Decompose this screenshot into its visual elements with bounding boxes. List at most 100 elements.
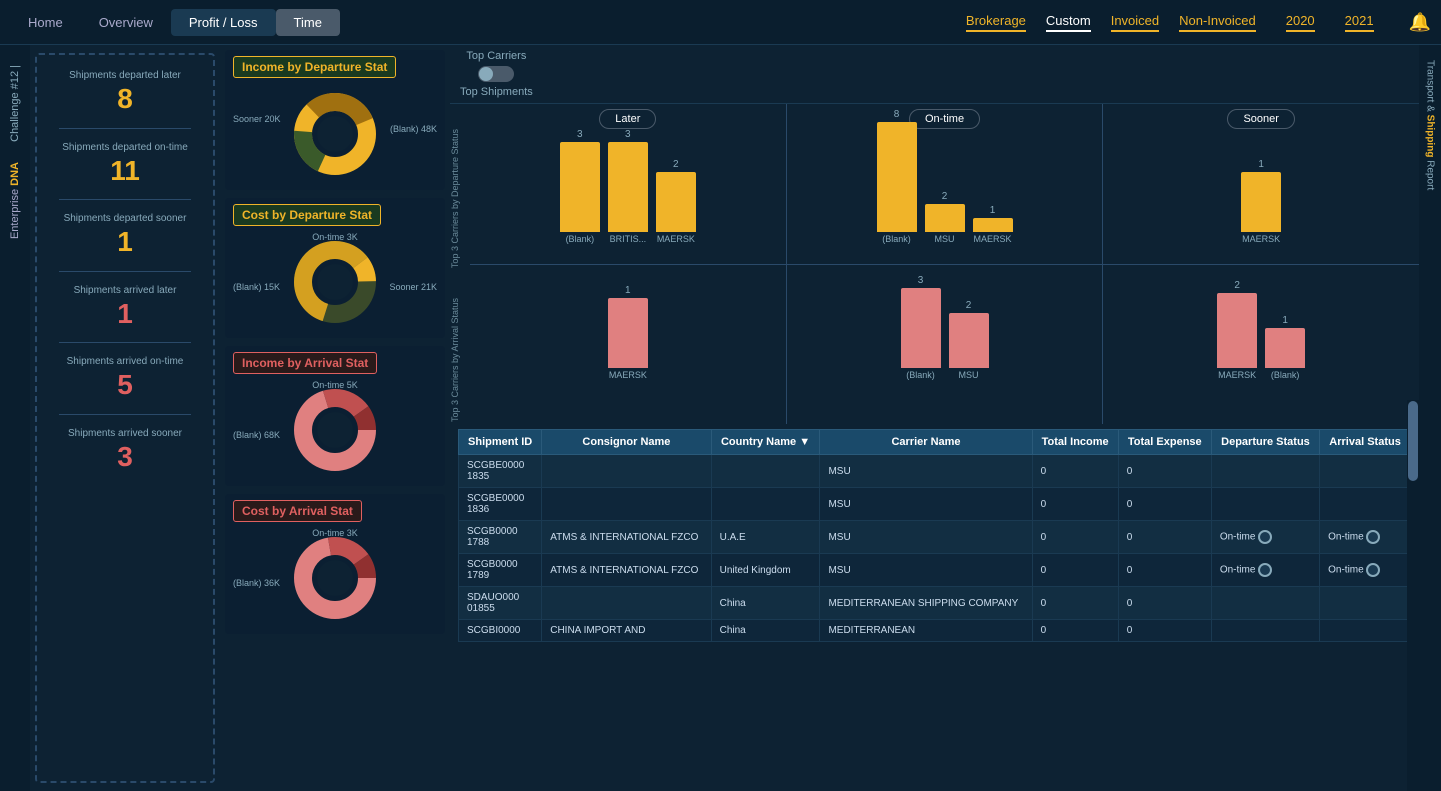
table-row: SCGBI0000 CHINA IMPORT AND China MEDITER…	[459, 620, 1411, 642]
cell-income: 0	[1032, 587, 1118, 620]
income-departure-card: Income by Departure Stat Sooner 20K (Bla…	[225, 50, 445, 190]
cell-id: SCGBE00001836	[459, 488, 542, 521]
stat-arrived-later: Shipments arrived later 1	[74, 280, 177, 335]
cost-departure-donut: On-time 3K (Blank) 15K Sooner 21K	[233, 232, 437, 332]
nav-profit-loss[interactable]: Profit / Loss	[171, 9, 276, 36]
arrived-later-label: Shipments arrived later	[74, 284, 177, 297]
cell-consignor: ATMS & INTERNATIONAL FZCO	[542, 521, 711, 554]
bar-maersk-later: 2 MAERSK	[656, 159, 696, 244]
cell-carrier: MSU	[820, 455, 1032, 488]
bar-blank-ontime: 8 (Blank)	[877, 109, 917, 244]
bar-maersk-ontime: 1 MAERSK	[973, 205, 1013, 244]
cell-id: SCGB00001788	[459, 521, 542, 554]
table-row: SCGBE00001835 MSU 0 0	[459, 455, 1411, 488]
filter-brokerage[interactable]: Brokerage	[966, 13, 1026, 32]
cell-id: SCGBE00001835	[459, 455, 542, 488]
col-expense: Total Expense	[1118, 430, 1211, 455]
cell-consignor: ATMS & INTERNATIONAL FZCO	[542, 554, 711, 587]
departure-bars-row: Later 3 (Blank) 3 BRITIS...	[470, 104, 1419, 265]
report-title: Transport & Shipping Report	[1425, 60, 1436, 190]
cell-arr-status	[1320, 488, 1411, 521]
cell-arr-status	[1320, 620, 1411, 642]
cell-income: 0	[1032, 455, 1118, 488]
top-carriers-toggle[interactable]	[478, 66, 514, 82]
bar-blank-later: 3 (Blank)	[560, 129, 600, 244]
cell-carrier: MSU	[820, 521, 1032, 554]
bell-icon[interactable]: 🔔	[1409, 12, 1431, 33]
nav-overview[interactable]: Overview	[81, 9, 171, 36]
cost-departure-label-top: On-time 3K	[312, 232, 358, 242]
arrival-axis-label: Top 3 Carriers by Arrival Status	[450, 293, 470, 427]
later-departure-bars: 3 (Blank) 3 BRITIS... 2	[475, 134, 781, 244]
cell-dep-status	[1211, 488, 1319, 521]
departure-axis-label: Top 3 Carriers by Departure Status	[450, 124, 470, 273]
bar-maersk-arrival-sooner: 2 MAERSK	[1217, 280, 1257, 380]
filter-custom[interactable]: Custom	[1046, 13, 1091, 32]
challenge-label: Challenge #12 |	[9, 65, 21, 142]
arrival-later-group: 1 MAERSK	[470, 265, 786, 425]
bar-msu-arrival-ontime: 2 MSU	[949, 300, 989, 380]
cell-expense: 0	[1118, 455, 1211, 488]
arrived-sooner-label: Shipments arrived sooner	[68, 427, 182, 440]
ontime-label: On-time	[909, 109, 980, 129]
cell-country	[711, 455, 820, 488]
cell-expense: 0	[1118, 620, 1211, 642]
cell-income: 0	[1032, 620, 1118, 642]
filter-non-invoiced[interactable]: Non-Invoiced	[1179, 13, 1256, 32]
divider-1	[59, 128, 192, 129]
bar-msu-ontime: 2 MSU	[925, 191, 965, 244]
content-area: Top Carriers Top Shipments Top 3 Carrier…	[450, 45, 1419, 791]
y-axis-labels: Top 3 Carriers by Departure Status Top 3…	[450, 104, 470, 424]
departed-ontime-label: Shipments departed on-time	[62, 141, 188, 154]
col-carrier: Carrier Name	[820, 430, 1032, 455]
main-content: Shipments departed later 8 Shipments dep…	[30, 45, 1419, 791]
col-country: Country Name ▼	[711, 430, 820, 455]
col-shipment-id: Shipment ID	[459, 430, 542, 455]
scrollbar-thumb[interactable]	[1408, 401, 1418, 481]
nav-time[interactable]: Time	[276, 9, 340, 36]
cell-income: 0	[1032, 521, 1118, 554]
col-consignor: Consignor Name	[542, 430, 711, 455]
top-navigation: Home Overview Profit / Loss Time Brokera…	[0, 0, 1441, 45]
bar-maersk-sooner: 1 MAERSK	[1241, 159, 1281, 244]
income-departure-donut: Sooner 20K (Blank) 48K	[233, 84, 437, 184]
arrived-sooner-value: 3	[68, 440, 182, 474]
cell-arr-status	[1320, 455, 1411, 488]
cell-arr-status: On-time	[1320, 521, 1411, 554]
cell-expense: 0	[1118, 587, 1211, 620]
stat-arrived-sooner: Shipments arrived sooner 3	[68, 423, 182, 478]
sooner-label: Sooner	[1227, 109, 1294, 129]
ontime-arrival-bars: 3 (Blank) 2 MSU	[792, 270, 1098, 380]
filter-2021[interactable]: 2021	[1345, 13, 1374, 32]
table-row: SCGB00001788 ATMS & INTERNATIONAL FZCO U…	[459, 521, 1411, 554]
scrollbar-track[interactable]	[1407, 400, 1419, 791]
filter-invoiced[interactable]: Invoiced	[1111, 13, 1159, 32]
sooner-departure-bars: 1 MAERSK	[1108, 134, 1414, 244]
nav-home[interactable]: Home	[10, 9, 81, 36]
cell-carrier: MEDITERRANEAN SHIPPING COMPANY	[820, 587, 1032, 620]
income-departure-label-left: Sooner 20K	[233, 114, 281, 124]
cell-country	[711, 488, 820, 521]
departed-later-label: Shipments departed later	[69, 69, 181, 82]
cell-carrier: MSU	[820, 488, 1032, 521]
cost-arrival-title: Cost by Arrival Stat	[233, 500, 362, 522]
brand-label: Enterprise DNA	[9, 162, 21, 239]
table-row: SDAUO00001855 China MEDITERRANEAN SHIPPI…	[459, 587, 1411, 620]
cell-id: SCGBI0000	[459, 620, 542, 642]
cell-carrier: MEDITERRANEAN	[820, 620, 1032, 642]
cell-dep-status: On-time	[1211, 554, 1319, 587]
cost-arrival-label-left: (Blank) 36K	[233, 578, 280, 588]
left-stats-panel: Shipments departed later 8 Shipments dep…	[35, 53, 215, 783]
income-arrival-label-top: On-time 5K	[312, 380, 358, 390]
cell-consignor	[542, 587, 711, 620]
right-sidebar: Transport & Shipping Report	[1419, 45, 1441, 791]
arrival-ontime-group: 3 (Blank) 2 MSU	[786, 265, 1104, 425]
departed-later-value: 8	[69, 82, 181, 116]
left-sidebar: Challenge #12 | Enterprise DNA	[0, 45, 30, 791]
filter-2020[interactable]: 2020	[1286, 13, 1315, 32]
bar-groups-container: Later 3 (Blank) 3 BRITIS...	[470, 104, 1419, 424]
cell-country: U.A.E	[711, 521, 820, 554]
cell-expense: 0	[1118, 554, 1211, 587]
departed-sooner-value: 1	[64, 225, 187, 259]
sooner-arrival-bars: 2 MAERSK 1 (Blank)	[1108, 270, 1414, 380]
